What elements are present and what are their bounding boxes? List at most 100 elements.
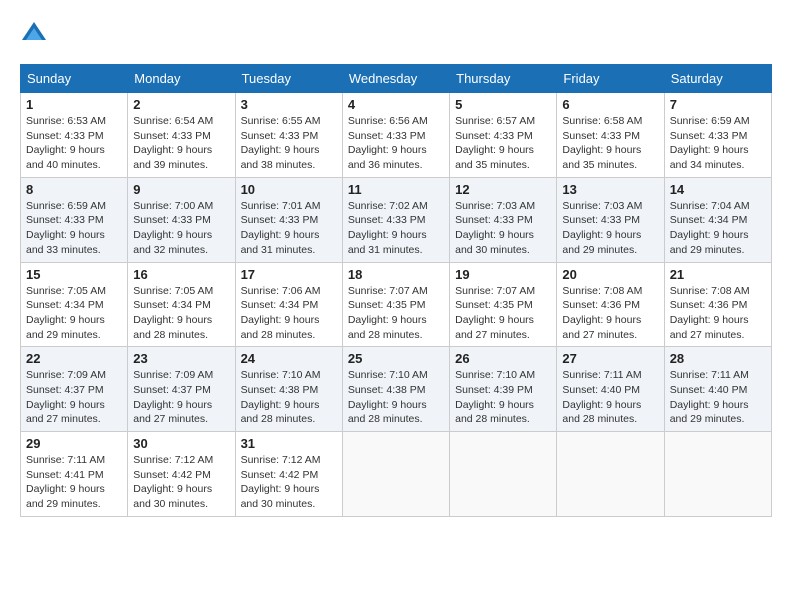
logo-icon [20, 20, 48, 48]
day-info: Sunrise: 7:06 AMSunset: 4:34 PMDaylight:… [241, 284, 337, 343]
day-number: 27 [562, 351, 658, 366]
calendar-week-row: 1 Sunrise: 6:53 AMSunset: 4:33 PMDaylight… [21, 93, 772, 178]
day-info: Sunrise: 6:53 AMSunset: 4:33 PMDaylight:… [26, 114, 122, 173]
day-info: Sunrise: 7:12 AMSunset: 4:42 PMDaylight:… [241, 453, 337, 512]
calendar-week-row: 22 Sunrise: 7:09 AMSunset: 4:37 PMDayligh… [21, 347, 772, 432]
calendar-day-cell: 14 Sunrise: 7:04 AMSunset: 4:34 PMDayligh… [664, 177, 771, 262]
day-info: Sunrise: 6:54 AMSunset: 4:33 PMDaylight:… [133, 114, 229, 173]
day-number: 26 [455, 351, 551, 366]
day-info: Sunrise: 7:11 AMSunset: 4:40 PMDaylight:… [562, 368, 658, 427]
day-info: Sunrise: 7:02 AMSunset: 4:33 PMDaylight:… [348, 199, 444, 258]
calendar-table: SundayMondayTuesdayWednesdayThursdayFrid… [20, 64, 772, 517]
calendar-day-cell: 13 Sunrise: 7:03 AMSunset: 4:33 PMDayligh… [557, 177, 664, 262]
day-number: 25 [348, 351, 444, 366]
day-number: 14 [670, 182, 766, 197]
day-of-week-header: Saturday [664, 65, 771, 93]
day-info: Sunrise: 7:08 AMSunset: 4:36 PMDaylight:… [670, 284, 766, 343]
calendar-day-cell: 26 Sunrise: 7:10 AMSunset: 4:39 PMDayligh… [450, 347, 557, 432]
calendar-day-cell: 2 Sunrise: 6:54 AMSunset: 4:33 PMDaylight… [128, 93, 235, 178]
day-number: 6 [562, 97, 658, 112]
day-number: 13 [562, 182, 658, 197]
day-info: Sunrise: 7:03 AMSunset: 4:33 PMDaylight:… [562, 199, 658, 258]
day-info: Sunrise: 7:08 AMSunset: 4:36 PMDaylight:… [562, 284, 658, 343]
day-info: Sunrise: 7:05 AMSunset: 4:34 PMDaylight:… [26, 284, 122, 343]
calendar-day-cell: 5Sunrise: 6:57 AMSunset: 4:33 PMDaylight… [450, 93, 557, 178]
day-number: 30 [133, 436, 229, 451]
day-number: 21 [670, 267, 766, 282]
day-info: Sunrise: 7:07 AMSunset: 4:35 PMDaylight:… [348, 284, 444, 343]
day-info: Sunrise: 7:12 AMSunset: 4:42 PMDaylight:… [133, 453, 229, 512]
day-of-week-header: Tuesday [235, 65, 342, 93]
calendar-day-cell: 15 Sunrise: 7:05 AMSunset: 4:34 PMDayligh… [21, 262, 128, 347]
day-info: Sunrise: 7:00 AMSunset: 4:33 PMDaylight:… [133, 199, 229, 258]
calendar-day-cell [557, 432, 664, 517]
calendar-day-cell: 11Sunrise: 7:02 AMSunset: 4:33 PMDayligh… [342, 177, 449, 262]
day-number: 5 [455, 97, 551, 112]
day-info: Sunrise: 6:56 AMSunset: 4:33 PMDaylight:… [348, 114, 444, 173]
day-number: 19 [455, 267, 551, 282]
day-info: Sunrise: 7:10 AMSunset: 4:39 PMDaylight:… [455, 368, 551, 427]
day-number: 18 [348, 267, 444, 282]
day-info: Sunrise: 6:58 AMSunset: 4:33 PMDaylight:… [562, 114, 658, 173]
calendar-day-cell: 21 Sunrise: 7:08 AMSunset: 4:36 PMDayligh… [664, 262, 771, 347]
day-number: 22 [26, 351, 122, 366]
day-of-week-header: Thursday [450, 65, 557, 93]
day-number: 1 [26, 97, 122, 112]
day-number: 2 [133, 97, 229, 112]
day-number: 17 [241, 267, 337, 282]
day-info: Sunrise: 7:11 AMSunset: 4:41 PMDaylight:… [26, 453, 122, 512]
day-number: 31 [241, 436, 337, 451]
day-info: Sunrise: 6:59 AMSunset: 4:33 PMDaylight:… [26, 199, 122, 258]
day-info: Sunrise: 6:55 AMSunset: 4:33 PMDaylight:… [241, 114, 337, 173]
day-number: 4 [348, 97, 444, 112]
day-number: 28 [670, 351, 766, 366]
calendar-day-cell: 19 Sunrise: 7:07 AMSunset: 4:35 PMDayligh… [450, 262, 557, 347]
calendar-week-row: 29 Sunrise: 7:11 AMSunset: 4:41 PMDayligh… [21, 432, 772, 517]
calendar-day-cell: 17 Sunrise: 7:06 AMSunset: 4:34 PMDayligh… [235, 262, 342, 347]
logo [20, 20, 52, 48]
day-info: Sunrise: 7:01 AMSunset: 4:33 PMDaylight:… [241, 199, 337, 258]
day-number: 9 [133, 182, 229, 197]
calendar-day-cell: 30 Sunrise: 7:12 AMSunset: 4:42 PMDayligh… [128, 432, 235, 517]
calendar-day-cell: 20 Sunrise: 7:08 AMSunset: 4:36 PMDayligh… [557, 262, 664, 347]
day-number: 3 [241, 97, 337, 112]
day-info: Sunrise: 7:03 AMSunset: 4:33 PMDaylight:… [455, 199, 551, 258]
calendar-day-cell: 23Sunrise: 7:09 AMSunset: 4:37 PMDayligh… [128, 347, 235, 432]
day-number: 15 [26, 267, 122, 282]
day-info: Sunrise: 7:07 AMSunset: 4:35 PMDaylight:… [455, 284, 551, 343]
day-of-week-header: Wednesday [342, 65, 449, 93]
day-number: 7 [670, 97, 766, 112]
day-number: 20 [562, 267, 658, 282]
calendar-day-cell: 24 Sunrise: 7:10 AMSunset: 4:38 PMDayligh… [235, 347, 342, 432]
calendar-body: 1 Sunrise: 6:53 AMSunset: 4:33 PMDaylight… [21, 93, 772, 517]
calendar-day-cell: 9 Sunrise: 7:00 AMSunset: 4:33 PMDaylight… [128, 177, 235, 262]
calendar-day-cell: 29 Sunrise: 7:11 AMSunset: 4:41 PMDayligh… [21, 432, 128, 517]
calendar-day-cell: 16 Sunrise: 7:05 AMSunset: 4:34 PMDayligh… [128, 262, 235, 347]
day-info: Sunrise: 6:59 AMSunset: 4:33 PMDaylight:… [670, 114, 766, 173]
day-info: Sunrise: 7:04 AMSunset: 4:34 PMDaylight:… [670, 199, 766, 258]
calendar-day-cell: 6 Sunrise: 6:58 AMSunset: 4:33 PMDaylight… [557, 93, 664, 178]
calendar-week-row: 8 Sunrise: 6:59 AMSunset: 4:33 PMDaylight… [21, 177, 772, 262]
calendar-day-cell: 27 Sunrise: 7:11 AMSunset: 4:40 PMDayligh… [557, 347, 664, 432]
calendar-day-cell [664, 432, 771, 517]
day-info: Sunrise: 7:05 AMSunset: 4:34 PMDaylight:… [133, 284, 229, 343]
day-info: Sunrise: 7:10 AMSunset: 4:38 PMDaylight:… [348, 368, 444, 427]
calendar-day-cell: 1 Sunrise: 6:53 AMSunset: 4:33 PMDaylight… [21, 93, 128, 178]
day-of-week-header: Friday [557, 65, 664, 93]
day-info: Sunrise: 7:09 AMSunset: 4:37 PMDaylight:… [26, 368, 122, 427]
calendar-day-cell: 31 Sunrise: 7:12 AMSunset: 4:42 PMDayligh… [235, 432, 342, 517]
day-number: 16 [133, 267, 229, 282]
calendar-day-cell: 4 Sunrise: 6:56 AMSunset: 4:33 PMDaylight… [342, 93, 449, 178]
calendar-day-cell: 12Sunrise: 7:03 AMSunset: 4:33 PMDayligh… [450, 177, 557, 262]
day-number: 8 [26, 182, 122, 197]
calendar-day-cell: 22 Sunrise: 7:09 AMSunset: 4:37 PMDayligh… [21, 347, 128, 432]
day-of-week-header: Monday [128, 65, 235, 93]
day-number: 29 [26, 436, 122, 451]
day-info: Sunrise: 7:10 AMSunset: 4:38 PMDaylight:… [241, 368, 337, 427]
calendar-day-cell: 18 Sunrise: 7:07 AMSunset: 4:35 PMDayligh… [342, 262, 449, 347]
day-number: 24 [241, 351, 337, 366]
calendar-day-cell: 10Sunrise: 7:01 AMSunset: 4:33 PMDayligh… [235, 177, 342, 262]
day-number: 23 [133, 351, 229, 366]
calendar-day-cell: 28Sunrise: 7:11 AMSunset: 4:40 PMDayligh… [664, 347, 771, 432]
calendar-day-cell: 8 Sunrise: 6:59 AMSunset: 4:33 PMDaylight… [21, 177, 128, 262]
